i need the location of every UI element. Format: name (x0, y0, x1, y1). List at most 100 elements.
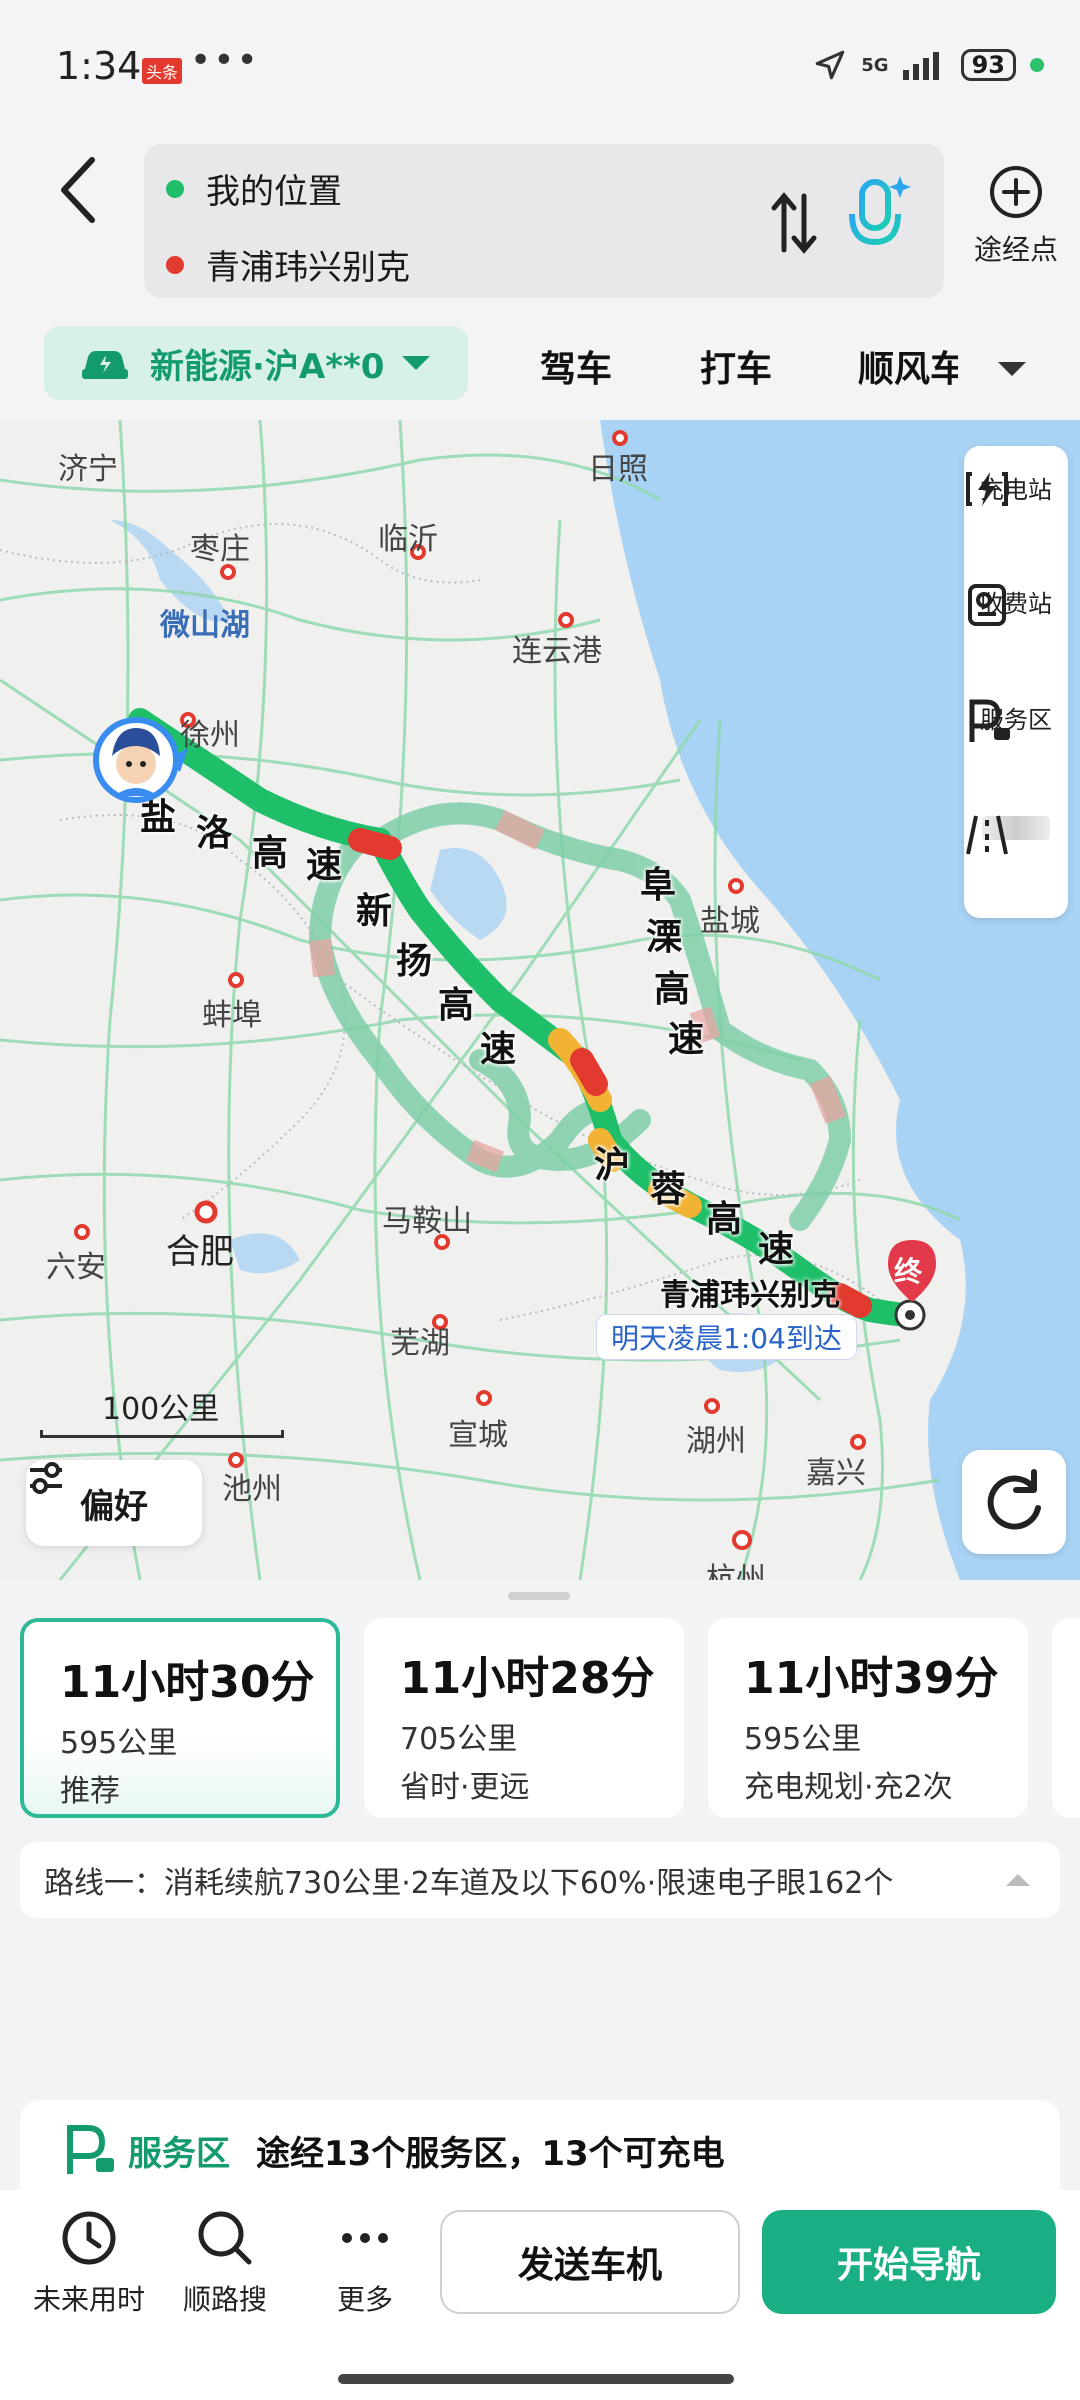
status-time: 1:34 (56, 44, 142, 88)
highway-label-xinyang-3: 高 (438, 985, 475, 1026)
map-side-toolbar: 充电站 收费站 服务区 (964, 446, 1068, 918)
news-badge: 头条 (142, 58, 183, 84)
back-arrow-icon[interactable] (50, 150, 110, 230)
expand-up-icon[interactable] (1006, 1874, 1030, 1886)
plus-circle-icon (990, 166, 1042, 218)
city-label-wuhu: 芜湖 (390, 1326, 450, 1361)
status-more: ••• (190, 40, 260, 81)
charging-icon (966, 472, 1008, 506)
along-route-search-label: 顺路搜 (182, 2283, 267, 2316)
route-time: 11小时39分 (744, 1653, 999, 1704)
tab-drive[interactable]: 驾车 (540, 340, 612, 392)
driver-avatar-icon (93, 717, 188, 803)
more-dots-icon (342, 2233, 388, 2243)
route-card-peek[interactable] (1052, 1618, 1080, 1818)
toll-station-tool[interactable]: 收费站 (964, 582, 1068, 626)
tab-taxi[interactable]: 打车 (700, 340, 772, 392)
eta-pill: 明天凌晨1:04到达 (596, 1314, 857, 1360)
city-label-linyi: 临沂 (378, 522, 438, 557)
ev-chip-label: 新能源·沪A**0 (150, 346, 385, 387)
map-scale: 100公里 (40, 1384, 284, 1438)
highway-label-yanluo-3: 高 (252, 833, 289, 874)
route-card-2[interactable]: 11小时28分 705公里 省时·更远 (364, 1618, 684, 1818)
voice-mic-icon[interactable] (844, 174, 914, 264)
city-label-yancheng: 盐城 (700, 904, 760, 939)
signal-5g: 5G (861, 54, 889, 76)
more-button[interactable]: 更多 (300, 2208, 430, 2318)
city-label-zaozhuang: 枣庄 (190, 532, 250, 567)
origin-field[interactable]: 我的位置 (166, 164, 342, 213)
tab-carpool[interactable]: 顺风车 (858, 340, 958, 392)
charging-station-tool[interactable]: 充电站 (964, 468, 1068, 506)
origin-text: 我的位置 (206, 172, 342, 212)
route-card-3[interactable]: 11小时39分 595公里 充电规划·充2次 (708, 1618, 1028, 1818)
service-title: 服务区 (128, 2133, 230, 2174)
sliders-icon (30, 1462, 62, 1494)
home-indicator[interactable] (338, 2374, 734, 2384)
city-label-hangzhou: 杭州 (706, 1562, 766, 1580)
route-info-bar[interactable]: 路线一：消耗续航730公里·2车道及以下60%·限速电子眼162个 (20, 1842, 1060, 1918)
route-map[interactable]: 济宁 日照 枣庄 临沂 微山湖 连云港 徐州 盐城 蚌埠 马鞍山 合肥 六安 芜… (0, 420, 1080, 1580)
city-label-hefei: 合肥 (166, 1232, 234, 1272)
along-route-search-button[interactable]: 顺路搜 (160, 2208, 290, 2318)
route-time: 11小时28分 (400, 1653, 655, 1704)
route-info-text: 路线一：消耗续航730公里·2车道及以下60%·限速电子眼162个 (44, 1866, 894, 1901)
highway-label-fuli-3: 高 (654, 969, 691, 1010)
waypoint-label: 途经点 (973, 233, 1058, 266)
scale-label: 100公里 (102, 1392, 220, 1427)
service-area-summary[interactable]: 服务区 途经13个服务区，13个可充电 (20, 2100, 1060, 2200)
highway-label-hurong-4: 速 (758, 1229, 795, 1270)
city-label-rizhao: 日照 (588, 452, 648, 487)
future-time-label: 未来用时 (32, 2283, 145, 2316)
privacy-dot (1030, 58, 1044, 72)
origin-dot (166, 179, 184, 198)
preference-label: 偏好 (80, 1486, 148, 1527)
city-label-jiaxing: 嘉兴 (806, 1456, 866, 1491)
city-label-bengbu: 蚌埠 (202, 998, 262, 1033)
service-area-icon (67, 2125, 114, 2174)
battery-level: 93 (960, 49, 1016, 81)
highway-label-fuli-2: 溧 (646, 917, 683, 958)
refresh-route-button[interactable] (962, 1450, 1066, 1554)
route-distance: 595公里 (744, 1722, 862, 1757)
swap-icon[interactable] (770, 190, 818, 256)
ev-car-icon (82, 351, 128, 379)
future-time-button[interactable]: 未来用时 (24, 2208, 154, 2318)
route-distance: 705公里 (400, 1722, 518, 1757)
ev-vehicle-selector[interactable]: 新能源·沪A**0 (44, 326, 468, 400)
chevron-down-icon (402, 356, 431, 370)
route-tag: 省时·更远 (400, 1770, 530, 1805)
sheet-drag-handle[interactable] (508, 1592, 570, 1600)
highway-label-xinyang-1: 新 (356, 891, 393, 932)
toll-icon (968, 584, 1006, 626)
route-card-1[interactable]: 11小时30分 595公里 推荐 (20, 1618, 340, 1818)
service-desc: 途经13个服务区，13个可充电 (256, 2133, 725, 2174)
highway-label-xinyang-2: 扬 (396, 941, 433, 982)
service-area-icon (969, 699, 1010, 742)
route-input-box: 我的位置 青浦玮兴别克 (144, 144, 944, 298)
status-bar: 1:34 头条 ••• 5G 93 (0, 0, 1080, 140)
route-distance: 595公里 (60, 1726, 178, 1761)
scale-bar (40, 1430, 284, 1438)
signal-icon (902, 52, 939, 80)
more-modes-chevron-icon[interactable] (998, 362, 1026, 376)
start-navigation-button[interactable]: 开始导航 (762, 2210, 1056, 2314)
highway-label-yanluo-4: 速 (306, 845, 343, 886)
city-label-xuancheng: 宣城 (448, 1418, 508, 1453)
travel-mode-bar: 新能源·沪A**0 驾车 打车 顺风车 (0, 320, 1080, 420)
destination-dot (166, 255, 184, 274)
highway-label-hurong-1: 沪 (594, 1145, 631, 1186)
preference-button[interactable]: 偏好 (26, 1460, 202, 1546)
city-label-chizhou: 池州 (222, 1472, 282, 1507)
send-to-car-button[interactable]: 发送车机 (440, 2210, 740, 2314)
highway-label-hurong-3: 高 (706, 1199, 743, 1240)
destination-map-label: 青浦玮兴别克 (660, 1278, 840, 1313)
add-waypoint-button[interactable]: 途经点 (966, 164, 1066, 268)
road-tool[interactable] (964, 812, 1068, 855)
service-area-tool[interactable]: 服务区 (964, 698, 1068, 742)
destination-pin-label: 终 (894, 1255, 923, 1288)
route-time: 11小时30分 (60, 1657, 315, 1708)
destination-field[interactable]: 青浦玮兴别克 (166, 240, 410, 289)
city-label-jining: 济宁 (58, 452, 118, 487)
clock-icon (62, 2211, 116, 2265)
